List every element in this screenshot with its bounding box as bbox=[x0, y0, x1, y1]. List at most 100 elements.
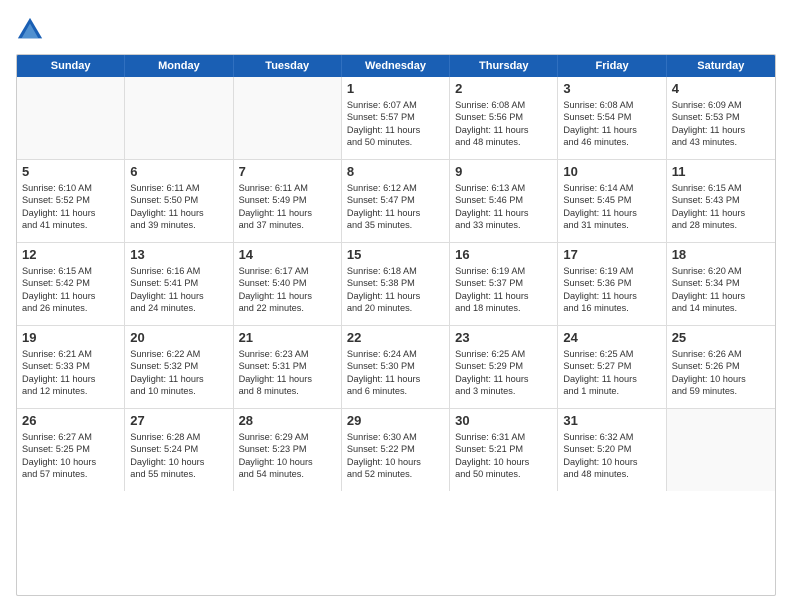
cell-line: Sunset: 5:49 PM bbox=[239, 194, 336, 206]
cell-line: and 59 minutes. bbox=[672, 385, 770, 397]
cell-line: and 22 minutes. bbox=[239, 302, 336, 314]
cell-line: Sunset: 5:37 PM bbox=[455, 277, 552, 289]
cell-line: Daylight: 11 hours bbox=[563, 290, 660, 302]
calendar-cell: 4Sunrise: 6:09 AMSunset: 5:53 PMDaylight… bbox=[667, 77, 775, 159]
calendar-cell: 29Sunrise: 6:30 AMSunset: 5:22 PMDayligh… bbox=[342, 409, 450, 491]
cell-line: Sunrise: 6:26 AM bbox=[672, 348, 770, 360]
day-number: 6 bbox=[130, 164, 227, 179]
cell-line: and 8 minutes. bbox=[239, 385, 336, 397]
day-number: 10 bbox=[563, 164, 660, 179]
day-number: 5 bbox=[22, 164, 119, 179]
cell-line: Sunrise: 6:09 AM bbox=[672, 99, 770, 111]
cell-line: and 18 minutes. bbox=[455, 302, 552, 314]
cell-line: Sunset: 5:32 PM bbox=[130, 360, 227, 372]
cell-line: Sunset: 5:30 PM bbox=[347, 360, 444, 372]
cell-line: Daylight: 10 hours bbox=[239, 456, 336, 468]
cell-line: Daylight: 11 hours bbox=[22, 207, 119, 219]
cell-line: Daylight: 10 hours bbox=[672, 373, 770, 385]
cell-line: Daylight: 11 hours bbox=[239, 207, 336, 219]
calendar-cell bbox=[17, 77, 125, 159]
cell-line: Daylight: 11 hours bbox=[130, 373, 227, 385]
cell-line: Sunset: 5:56 PM bbox=[455, 111, 552, 123]
cell-line: and 26 minutes. bbox=[22, 302, 119, 314]
calendar-cell: 15Sunrise: 6:18 AMSunset: 5:38 PMDayligh… bbox=[342, 243, 450, 325]
cell-line: Sunrise: 6:08 AM bbox=[455, 99, 552, 111]
cell-line: and 50 minutes. bbox=[347, 136, 444, 148]
cell-line: Sunset: 5:54 PM bbox=[563, 111, 660, 123]
cell-line: Sunrise: 6:27 AM bbox=[22, 431, 119, 443]
day-number: 21 bbox=[239, 330, 336, 345]
day-number: 7 bbox=[239, 164, 336, 179]
cell-line: Sunset: 5:25 PM bbox=[22, 443, 119, 455]
cell-line: Sunrise: 6:19 AM bbox=[563, 265, 660, 277]
cell-line: Sunset: 5:45 PM bbox=[563, 194, 660, 206]
calendar-cell: 7Sunrise: 6:11 AMSunset: 5:49 PMDaylight… bbox=[234, 160, 342, 242]
cell-line: Sunrise: 6:15 AM bbox=[22, 265, 119, 277]
cell-line: Sunset: 5:46 PM bbox=[455, 194, 552, 206]
cell-line: Sunrise: 6:08 AM bbox=[563, 99, 660, 111]
day-number: 3 bbox=[563, 81, 660, 96]
calendar-cell bbox=[125, 77, 233, 159]
weekday-header: Tuesday bbox=[234, 55, 342, 77]
day-number: 20 bbox=[130, 330, 227, 345]
cell-line: Sunset: 5:36 PM bbox=[563, 277, 660, 289]
cell-line: Daylight: 10 hours bbox=[130, 456, 227, 468]
cell-line: Sunset: 5:31 PM bbox=[239, 360, 336, 372]
calendar-cell: 2Sunrise: 6:08 AMSunset: 5:56 PMDaylight… bbox=[450, 77, 558, 159]
calendar-cell: 23Sunrise: 6:25 AMSunset: 5:29 PMDayligh… bbox=[450, 326, 558, 408]
cell-line: and 48 minutes. bbox=[455, 136, 552, 148]
cell-line: Sunrise: 6:24 AM bbox=[347, 348, 444, 360]
calendar-body: 1Sunrise: 6:07 AMSunset: 5:57 PMDaylight… bbox=[17, 77, 775, 491]
cell-line: Sunset: 5:43 PM bbox=[672, 194, 770, 206]
cell-line: Daylight: 10 hours bbox=[455, 456, 552, 468]
weekday-header: Saturday bbox=[667, 55, 775, 77]
cell-line: Sunrise: 6:21 AM bbox=[22, 348, 119, 360]
cell-line: Sunrise: 6:14 AM bbox=[563, 182, 660, 194]
cell-line: Daylight: 10 hours bbox=[563, 456, 660, 468]
calendar-header: SundayMondayTuesdayWednesdayThursdayFrid… bbox=[17, 55, 775, 77]
calendar-cell: 6Sunrise: 6:11 AMSunset: 5:50 PMDaylight… bbox=[125, 160, 233, 242]
cell-line: and 43 minutes. bbox=[672, 136, 770, 148]
cell-line: Sunset: 5:42 PM bbox=[22, 277, 119, 289]
cell-line: Sunrise: 6:32 AM bbox=[563, 431, 660, 443]
cell-line: Sunset: 5:29 PM bbox=[455, 360, 552, 372]
cell-line: Sunset: 5:20 PM bbox=[563, 443, 660, 455]
cell-line: Daylight: 11 hours bbox=[239, 373, 336, 385]
calendar-row: 5Sunrise: 6:10 AMSunset: 5:52 PMDaylight… bbox=[17, 160, 775, 243]
cell-line: Sunrise: 6:25 AM bbox=[563, 348, 660, 360]
cell-line: Daylight: 11 hours bbox=[563, 207, 660, 219]
cell-line: Sunrise: 6:17 AM bbox=[239, 265, 336, 277]
cell-line: and 14 minutes. bbox=[672, 302, 770, 314]
calendar-cell: 22Sunrise: 6:24 AMSunset: 5:30 PMDayligh… bbox=[342, 326, 450, 408]
cell-line: Daylight: 11 hours bbox=[22, 373, 119, 385]
cell-line: Daylight: 11 hours bbox=[563, 124, 660, 136]
cell-line: Daylight: 11 hours bbox=[347, 373, 444, 385]
calendar-cell: 10 Sunrise: 6:14 AMSunset: 5:45 PMDayligh… bbox=[558, 160, 666, 242]
cell-line: Daylight: 11 hours bbox=[347, 290, 444, 302]
cell-line: Sunrise: 6:28 AM bbox=[130, 431, 227, 443]
calendar-cell: 5Sunrise: 6:10 AMSunset: 5:52 PMDaylight… bbox=[17, 160, 125, 242]
day-number: 14 bbox=[239, 247, 336, 262]
cell-line: Sunset: 5:40 PM bbox=[239, 277, 336, 289]
logo-icon bbox=[16, 16, 44, 44]
cell-line: and 50 minutes. bbox=[455, 468, 552, 480]
cell-line: Daylight: 11 hours bbox=[455, 290, 552, 302]
cell-line: Daylight: 11 hours bbox=[455, 373, 552, 385]
cell-line: Sunrise: 6:18 AM bbox=[347, 265, 444, 277]
day-number: 19 bbox=[22, 330, 119, 345]
calendar-cell: 20Sunrise: 6:22 AMSunset: 5:32 PMDayligh… bbox=[125, 326, 233, 408]
cell-line: and 6 minutes. bbox=[347, 385, 444, 397]
cell-line: and 41 minutes. bbox=[22, 219, 119, 231]
cell-line: Daylight: 11 hours bbox=[239, 290, 336, 302]
cell-line: Daylight: 10 hours bbox=[347, 456, 444, 468]
calendar-row: 19Sunrise: 6:21 AMSunset: 5:33 PMDayligh… bbox=[17, 326, 775, 409]
cell-line: Daylight: 11 hours bbox=[347, 207, 444, 219]
calendar-cell bbox=[667, 409, 775, 491]
cell-line: Sunrise: 6:23 AM bbox=[239, 348, 336, 360]
weekday-header: Wednesday bbox=[342, 55, 450, 77]
cell-line: Daylight: 10 hours bbox=[22, 456, 119, 468]
cell-line: Sunset: 5:23 PM bbox=[239, 443, 336, 455]
cell-line: Sunset: 5:47 PM bbox=[347, 194, 444, 206]
day-number: 29 bbox=[347, 413, 444, 428]
day-number: 1 bbox=[347, 81, 444, 96]
